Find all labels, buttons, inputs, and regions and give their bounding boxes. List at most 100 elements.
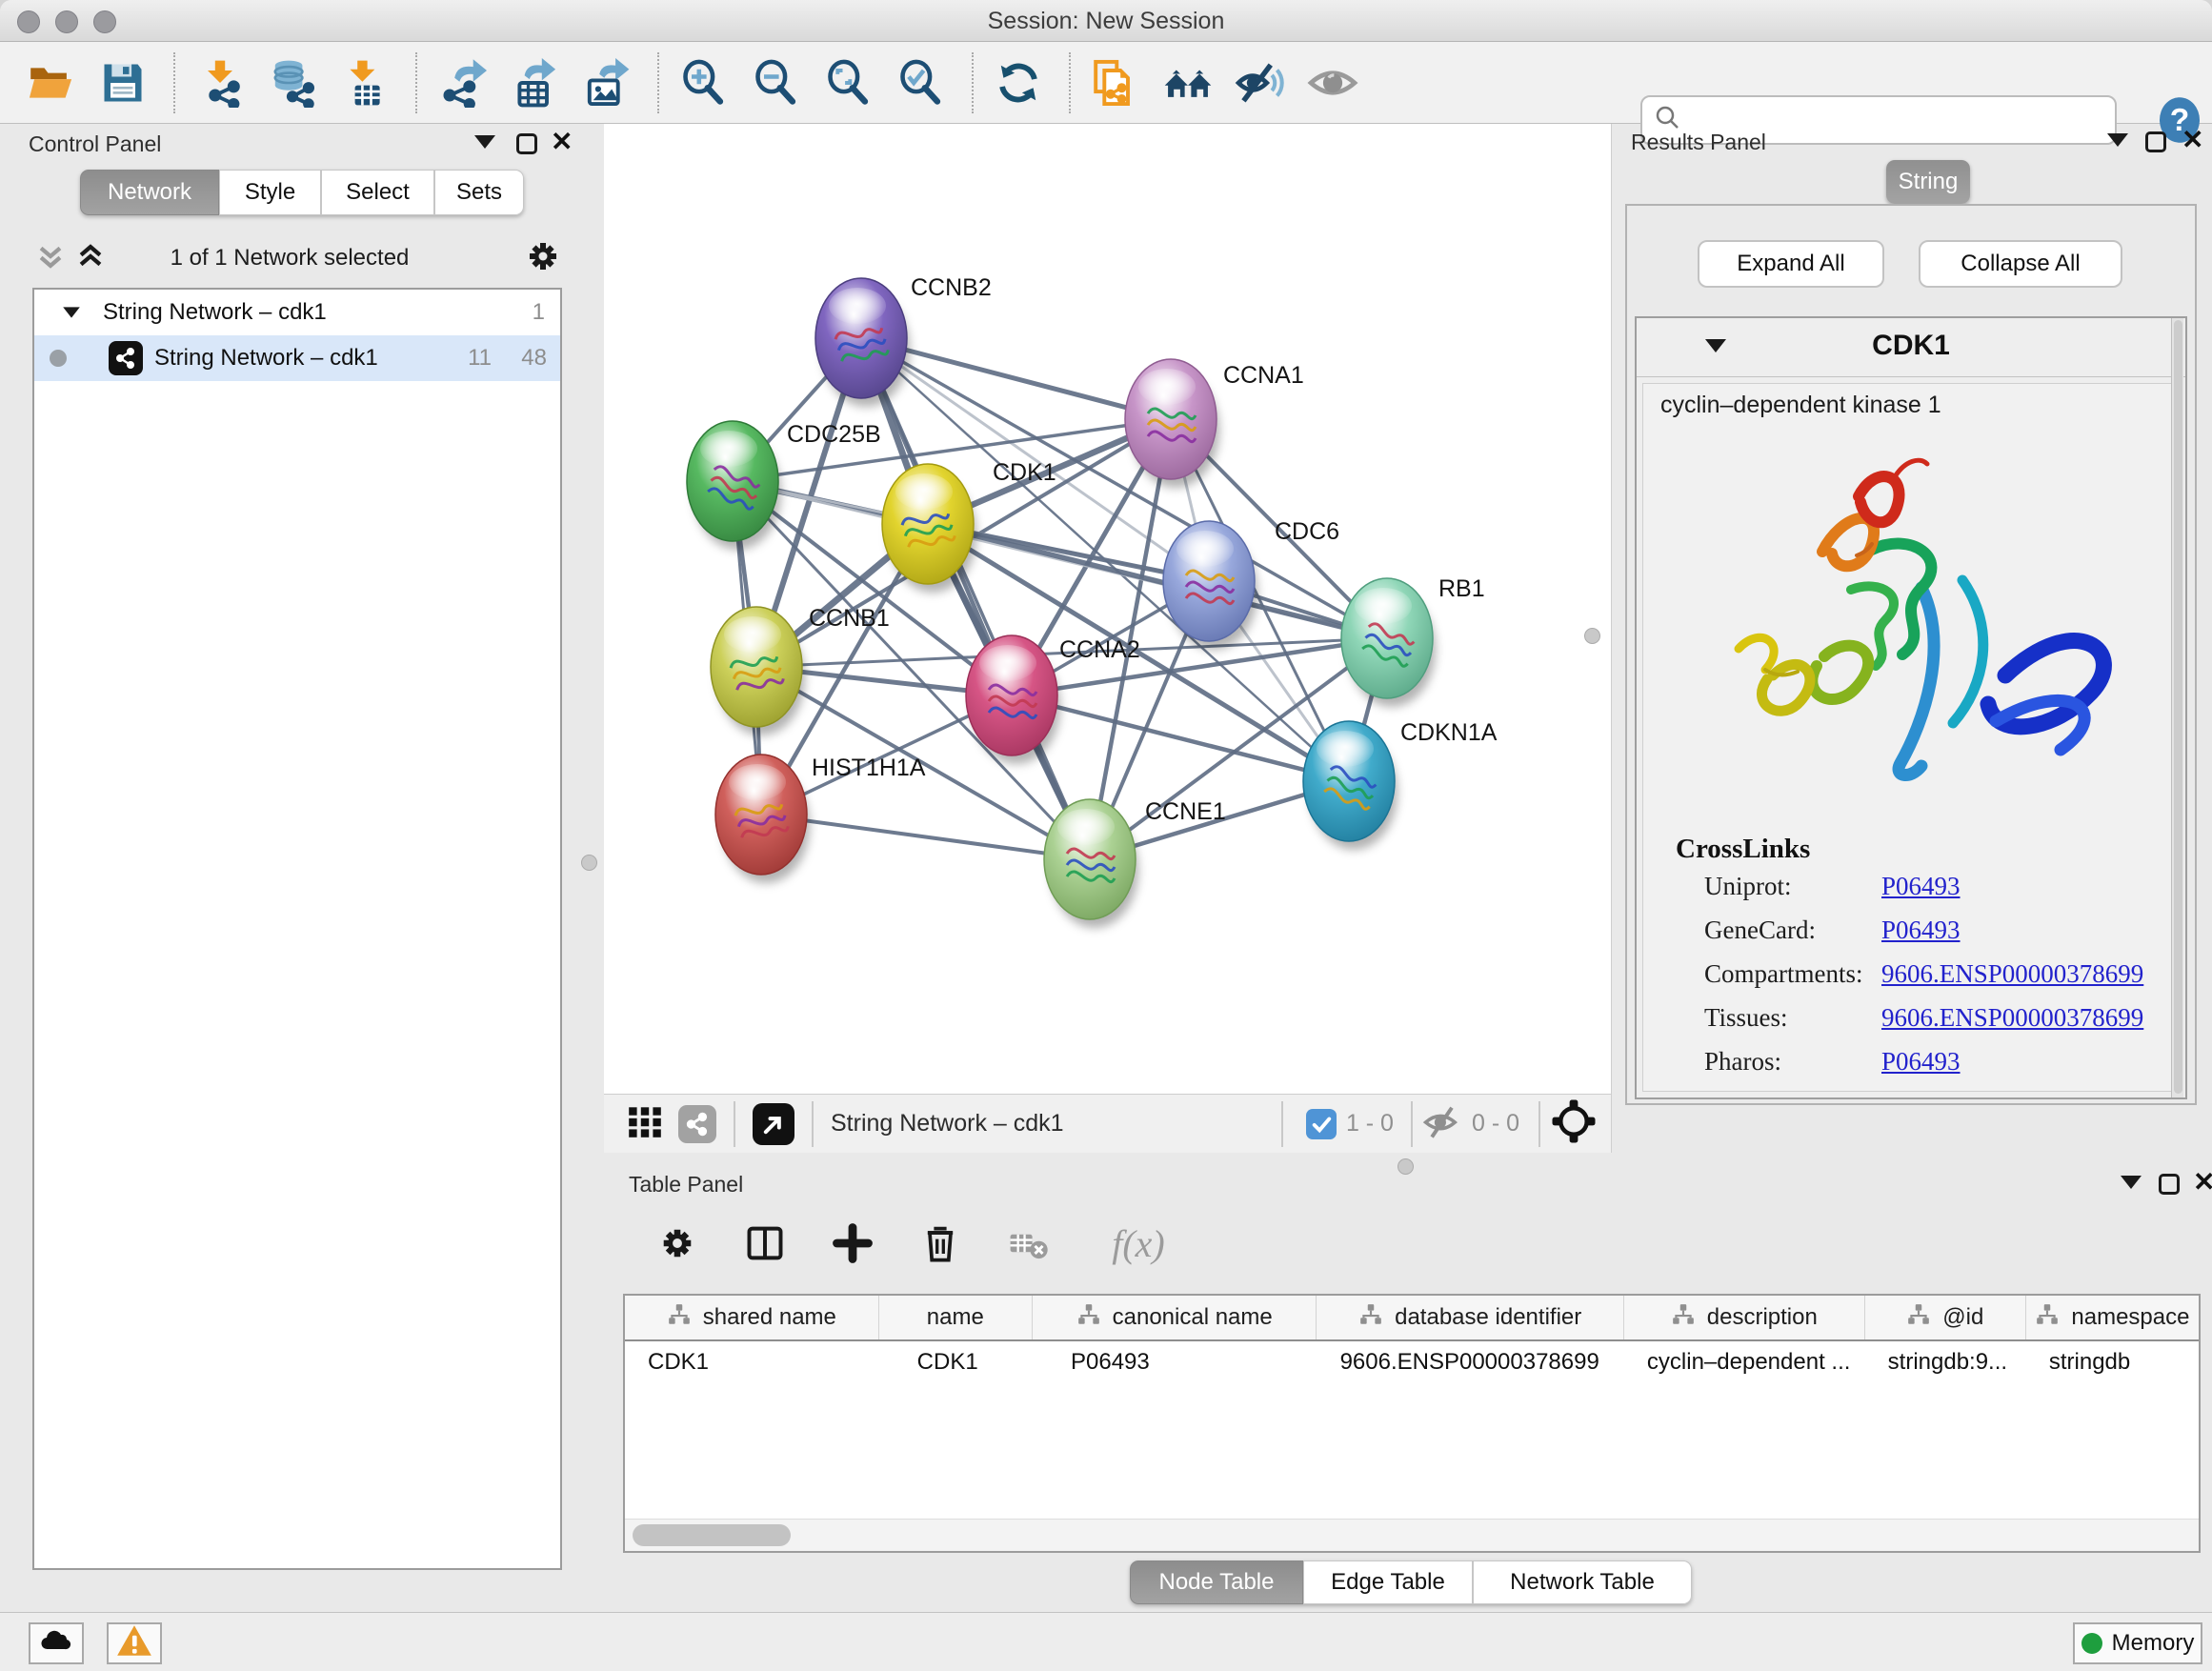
network-node-count: 11: [468, 345, 492, 372]
control-panel-close-icon[interactable]: ✕: [551, 131, 573, 152]
collection-expand-icon[interactable]: [63, 307, 80, 317]
table-options-button[interactable]: [648, 1214, 707, 1273]
toolbar-separator: [1069, 52, 1071, 113]
zoom-fit-button[interactable]: [819, 53, 878, 112]
grid-view-icon[interactable]: [625, 1101, 665, 1146]
export-table-button[interactable]: [505, 53, 564, 112]
memory-label: Memory: [2112, 1630, 2195, 1657]
tab-edge-table[interactable]: Edge Table: [1303, 1560, 1473, 1604]
fx-icon: f(x): [1112, 1221, 1165, 1266]
toolbar-separator: [972, 52, 974, 113]
open-session-button[interactable]: [21, 53, 80, 112]
tab-select[interactable]: Select: [321, 170, 434, 215]
zoom-in-icon: [679, 58, 729, 108]
show-columns-button[interactable]: [735, 1214, 794, 1273]
vertical-splitter-handle[interactable]: [1584, 628, 1600, 644]
selected-checkbox-icon[interactable]: [1306, 1109, 1337, 1139]
table-tabs: Node Table Edge Table Network Table: [1130, 1560, 1692, 1604]
control-panel-menu-icon[interactable]: [474, 135, 495, 149]
cloud-status-button[interactable]: [29, 1622, 84, 1664]
network-view-canvas[interactable]: CCNB2CCNA1CDC25BCDK1CDC6RB1CCNB1CCNA2CDK…: [604, 124, 1612, 1094]
show-all-views-button[interactable]: [1158, 53, 1217, 112]
crosslink-row: Compartments:9606.ENSP00000378699: [1704, 959, 2162, 989]
vertical-splitter-handle[interactable]: [581, 855, 597, 871]
tab-string[interactable]: String: [1886, 160, 1970, 204]
toolbar-separator: [1411, 1101, 1413, 1147]
node-label-cdkn1a: CDKN1A: [1400, 719, 1498, 746]
table-panel-menu-icon[interactable]: [2121, 1176, 2142, 1189]
results-scrollbar[interactable]: [2171, 318, 2183, 1097]
birds-eye-view-icon[interactable]: [1550, 1097, 1598, 1150]
zoom-selected-button[interactable]: [892, 53, 951, 112]
table-header-row: shared name name canonical name database…: [625, 1296, 2199, 1341]
zoom-out-button[interactable]: [747, 53, 806, 112]
column-header-id[interactable]: @id: [1865, 1296, 2026, 1339]
network-type-share-icon[interactable]: [678, 1105, 716, 1143]
scrollbar-thumb[interactable]: [633, 1524, 791, 1546]
cdk1-section-header[interactable]: CDK1: [1637, 318, 2185, 377]
collapse-all-button[interactable]: Collapse All: [1919, 240, 2122, 288]
refresh-icon: [994, 58, 1043, 108]
expand-all-button[interactable]: Expand All: [1698, 240, 1884, 288]
column-header-name[interactable]: name: [879, 1296, 1033, 1339]
copy-network-button[interactable]: [1086, 53, 1145, 112]
node-results-list: CDK1 cyclin–dependent kinase 1: [1635, 316, 2187, 1099]
main-toolbar: ?: [0, 42, 2212, 124]
add-column-button[interactable]: [823, 1214, 882, 1273]
tab-style[interactable]: Style: [219, 170, 321, 215]
network-collection-row[interactable]: String Network – cdk1 1: [34, 290, 560, 335]
crosslink-row: GeneCard:P06493: [1704, 916, 2162, 945]
tab-sets[interactable]: Sets: [434, 170, 524, 215]
refresh-button[interactable]: [989, 53, 1048, 112]
compartments-link[interactable]: 9606.ENSP00000378699: [1881, 959, 2143, 989]
status-bar: Memory: [0, 1612, 2212, 1671]
import-network-database-button[interactable]: [263, 53, 322, 112]
pharos-link[interactable]: P06493: [1881, 1047, 1961, 1077]
import-network-file-button[interactable]: [191, 53, 250, 112]
tissues-link[interactable]: 9606.ENSP00000378699: [1881, 1003, 2143, 1033]
table-toolbar: f(x): [623, 1210, 2204, 1277]
hidden-node-edge-count: 0 - 0: [1472, 1110, 1519, 1137]
export-image-button[interactable]: [577, 53, 636, 112]
node-gloss-highlight: [979, 645, 1036, 681]
node-label-cdc6: CDC6: [1275, 518, 1339, 545]
import-table-button[interactable]: [335, 53, 394, 112]
results-panel-float-icon[interactable]: [2145, 131, 2166, 152]
zoom-in-button[interactable]: [674, 53, 734, 112]
table-horizontal-scrollbar[interactable]: [625, 1519, 2199, 1551]
control-panel-float-icon[interactable]: [516, 133, 537, 154]
node-label-rb1: RB1: [1438, 575, 1485, 602]
tab-node-table[interactable]: Node Table: [1130, 1560, 1303, 1604]
collection-label: String Network – cdk1: [103, 299, 327, 326]
open-in-window-icon[interactable]: [753, 1103, 794, 1145]
table-panel-close-icon[interactable]: ✕: [2193, 1172, 2212, 1193]
save-session-button[interactable]: [93, 53, 152, 112]
tab-network[interactable]: Network: [80, 170, 219, 215]
tab-network-table[interactable]: Network Table: [1473, 1560, 1692, 1604]
results-panel-menu-icon[interactable]: [2107, 133, 2128, 147]
network-options-gear-icon[interactable]: [524, 237, 562, 280]
column-header-database-identifier[interactable]: database identifier: [1317, 1296, 1623, 1339]
toolbar-separator: [415, 52, 417, 113]
show-hidden-button[interactable]: [1303, 53, 1362, 112]
delete-column-button[interactable]: [911, 1214, 970, 1273]
uniprot-link[interactable]: P06493: [1881, 872, 1961, 901]
selected-node-edge-count: 1 - 0: [1346, 1110, 1394, 1137]
network-row-selected[interactable]: String Network – cdk1 11 48: [34, 335, 560, 381]
results-panel-close-icon[interactable]: ✕: [2182, 130, 2203, 151]
columns-icon: [744, 1222, 786, 1264]
memory-button[interactable]: Memory: [2073, 1622, 2202, 1664]
hide-selected-button[interactable]: [1231, 53, 1290, 112]
node-gloss-highlight: [1057, 809, 1115, 845]
table-row[interactable]: CDK1 CDK1 P06493 9606.ENSP00000378699 cy…: [625, 1341, 2199, 1385]
warnings-button[interactable]: [107, 1622, 162, 1664]
column-header-namespace[interactable]: namespace: [2026, 1296, 2199, 1339]
column-header-canonical-name[interactable]: canonical name: [1033, 1296, 1317, 1339]
column-header-shared-name[interactable]: shared name: [625, 1296, 879, 1339]
network-graph[interactable]: CCNB2CCNA1CDC25BCDK1CDC6RB1CCNB1CCNA2CDK…: [604, 124, 1612, 1094]
genecard-link[interactable]: P06493: [1881, 916, 1961, 945]
shared-column-icon: [667, 1302, 692, 1334]
export-network-button[interactable]: [432, 53, 492, 112]
table-panel-float-icon[interactable]: [2159, 1174, 2180, 1195]
column-header-description[interactable]: description: [1624, 1296, 1865, 1339]
